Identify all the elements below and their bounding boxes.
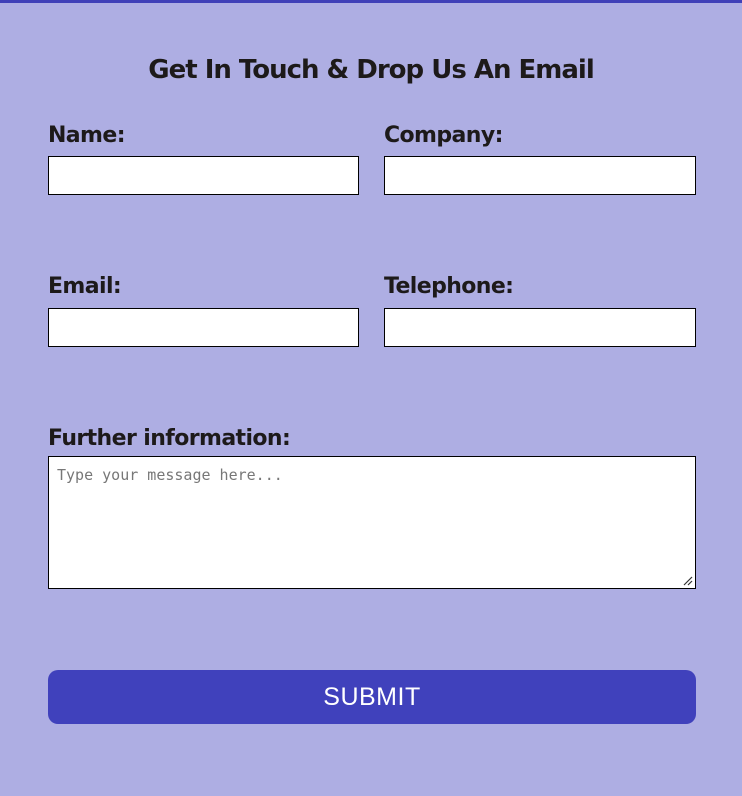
telephone-label: Telephone: (384, 274, 514, 299)
further-information-textarea[interactable] (48, 456, 696, 589)
email-input[interactable] (48, 308, 359, 347)
company-input[interactable] (384, 156, 696, 195)
company-label: Company: (384, 123, 503, 148)
telephone-input[interactable] (384, 308, 696, 347)
email-label: Email: (48, 274, 122, 299)
form-title: Get In Touch & Drop Us An Email (148, 55, 595, 85)
name-label: Name: (48, 123, 126, 148)
name-input[interactable] (48, 156, 359, 195)
further-information-label: Further information: (48, 426, 291, 451)
submit-button[interactable]: SUBMIT (48, 670, 696, 724)
resize-handle-icon[interactable] (681, 574, 693, 586)
top-accent-border (0, 0, 742, 3)
